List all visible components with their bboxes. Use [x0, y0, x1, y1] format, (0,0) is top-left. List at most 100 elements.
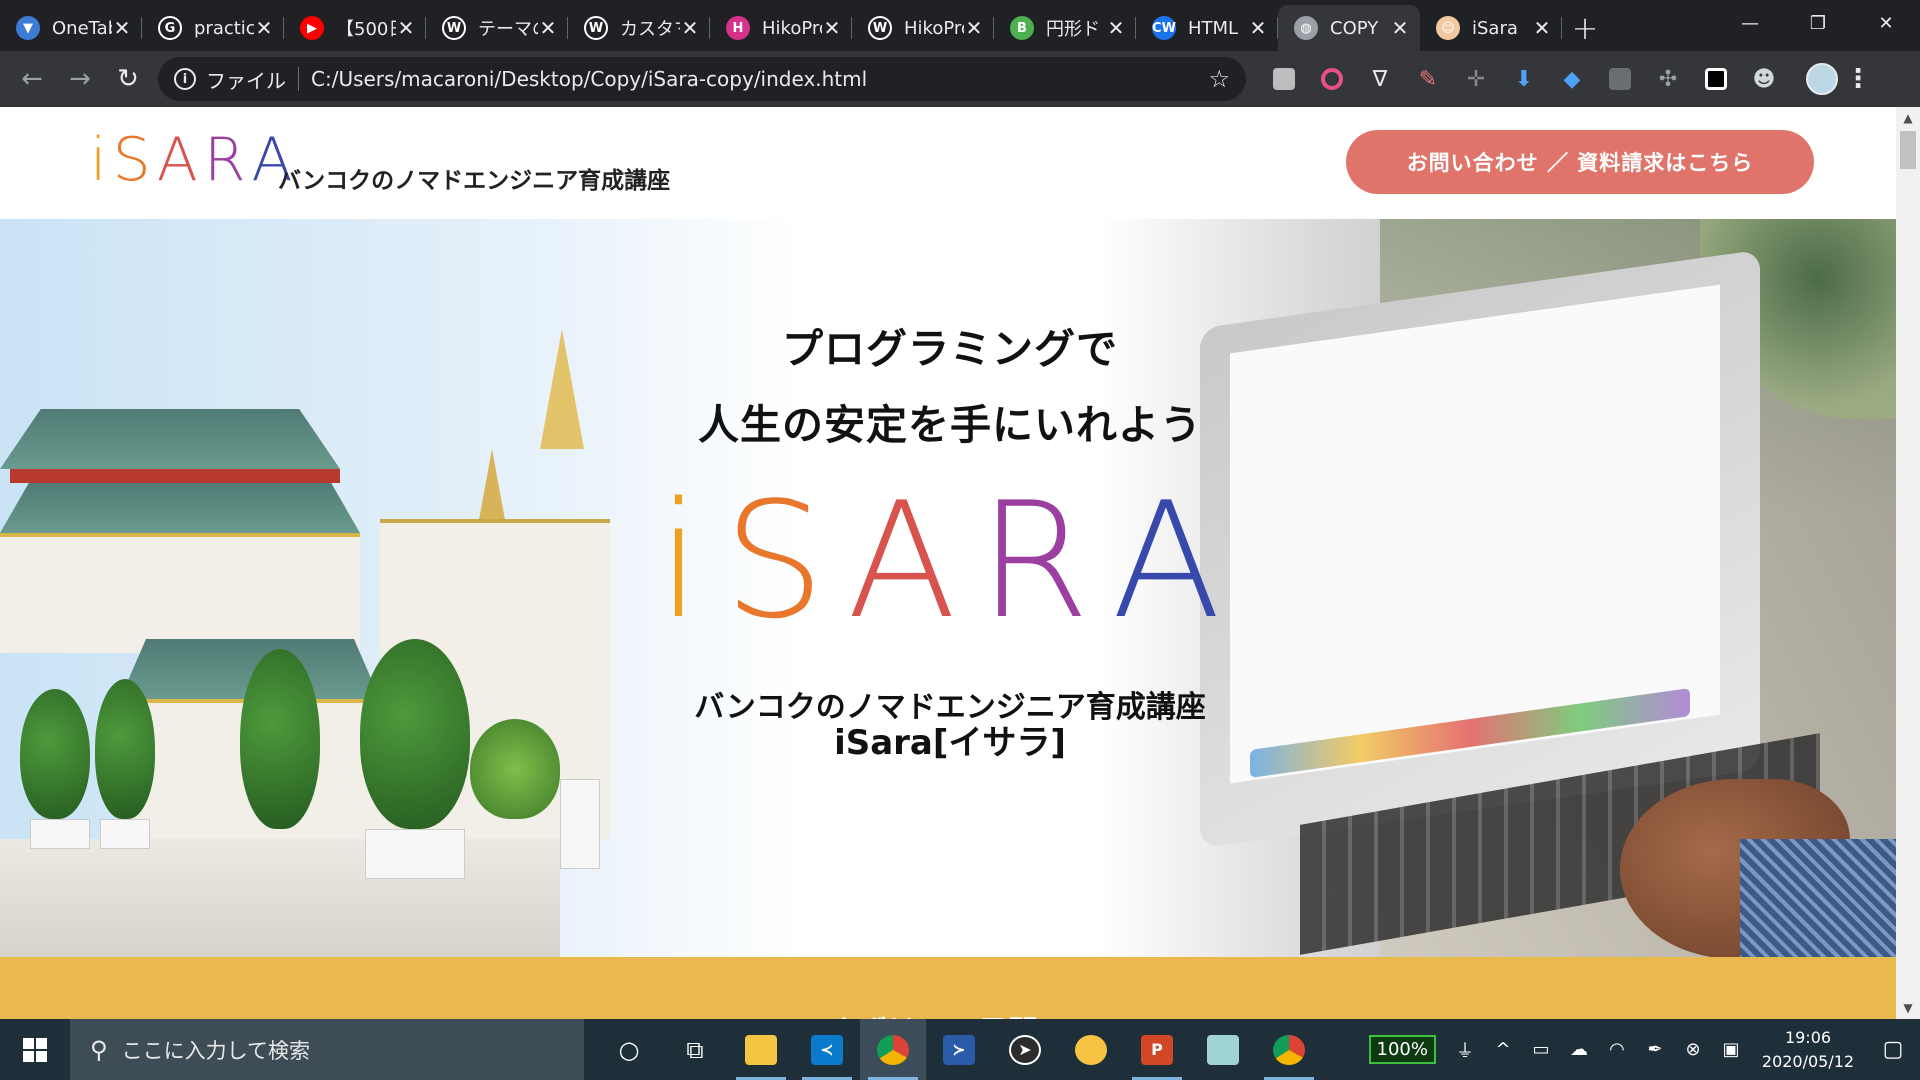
profile-avatar[interactable] — [1806, 63, 1838, 95]
extension-diamond-icon[interactable]: ◆ — [1548, 55, 1596, 103]
bookmark-star-icon[interactable]: ☆ — [1208, 65, 1230, 93]
restore-button[interactable]: ❐ — [1784, 0, 1852, 46]
tab-close-icon[interactable]: ✕ — [964, 16, 984, 40]
hero-brand-name: iSara[イサラ] — [834, 723, 1066, 763]
tab-close-icon[interactable]: ✕ — [254, 16, 274, 40]
tab-title: HikoPro — [762, 17, 822, 39]
start-button[interactable] — [0, 1019, 70, 1080]
browser-tab[interactable]: H HikoPro✕ — [710, 5, 852, 51]
hero-headline-line1: プログラミングで — [782, 325, 1118, 373]
forward-button[interactable]: → — [56, 55, 104, 103]
chrome-icon[interactable] — [860, 1019, 926, 1080]
browser-tab[interactable]: W カスタマ✕ — [568, 5, 710, 51]
contact-cta-button[interactable]: お問い合わせ ／ 資料請求はこちら — [1346, 130, 1814, 194]
extension-character-icon[interactable]: ☻ — [1740, 55, 1788, 103]
hero-logo-letter: S — [723, 467, 847, 654]
tab-title: iSara — [1472, 17, 1518, 39]
telegram-icon[interactable]: ➤ — [992, 1019, 1058, 1080]
tab-close-icon[interactable]: ✕ — [1248, 16, 1268, 40]
taskbar-search[interactable]: ⚲ ここに入力して検索 — [70, 1019, 584, 1080]
show-hidden-icons-icon[interactable]: ^ — [1484, 1039, 1522, 1060]
ime-icon[interactable]: ▣ — [1712, 1039, 1750, 1060]
mute-icon[interactable]: ⊗ — [1674, 1039, 1712, 1060]
scroll-up-arrow-icon[interactable]: ▲ — [1896, 107, 1920, 129]
power-plug-icon[interactable]: ⏚ — [1446, 1037, 1484, 1063]
extension-move-icon[interactable]: ✛ — [1452, 55, 1500, 103]
site-tagline: バンコクのノマドエンジニア育成講座 — [278, 168, 671, 194]
browser-tab[interactable]: W HikoPro✕ — [852, 5, 994, 51]
browser-tab[interactable]: ☺ iSara ✕ — [1420, 5, 1562, 51]
close-window-button[interactable]: ✕ — [1852, 0, 1920, 46]
duck-app-icon[interactable] — [1058, 1019, 1124, 1080]
hero-logo-letter: i — [656, 467, 724, 654]
extension-grid-icon[interactable]: ✣ — [1644, 55, 1692, 103]
scroll-down-arrow-icon[interactable]: ▼ — [1896, 997, 1920, 1019]
extension-square-icon[interactable] — [1596, 55, 1644, 103]
tree-shape — [20, 689, 90, 819]
onetab-icon: ▼ — [16, 16, 40, 40]
tab-close-icon[interactable]: ✕ — [1532, 16, 1552, 40]
tab-close-icon[interactable]: ✕ — [822, 16, 842, 40]
planter-shape — [365, 829, 465, 879]
wifi-icon[interactable]: ◠ — [1598, 1039, 1636, 1060]
browser-tab[interactable]: B 円形ド ✕ — [994, 5, 1136, 51]
crowdworks-icon: CW — [1152, 16, 1176, 40]
vscode-icon[interactable]: ≺ — [794, 1019, 860, 1080]
cortana-icon[interactable]: ○ — [596, 1019, 662, 1080]
browser-tab[interactable]: W テーマの✕ — [426, 5, 568, 51]
url-text[interactable]: C:/Users/macaroni/Desktop/Copy/iSara-cop… — [311, 67, 1208, 91]
tab-close-icon[interactable]: ✕ — [396, 16, 416, 40]
browser-tab[interactable]: Gpractice✕ — [142, 5, 284, 51]
extension-frame-icon[interactable] — [1692, 55, 1740, 103]
chrome-secondary-icon[interactable] — [1256, 1019, 1322, 1080]
extension-pen-icon[interactable]: ✎ — [1404, 55, 1452, 103]
minimize-button[interactable]: — — [1716, 0, 1784, 46]
battery-icon[interactable]: ▭ — [1522, 1039, 1560, 1060]
browser-menu-icon[interactable]: ⋮ — [1838, 64, 1878, 94]
extension-gray-icon[interactable] — [1260, 55, 1308, 103]
browser-tab[interactable]: CW HTML ✕ — [1136, 5, 1278, 51]
tab-close-icon[interactable]: ✕ — [680, 16, 700, 40]
extension-v-icon[interactable]: ∇ — [1356, 55, 1404, 103]
tab-close-icon[interactable]: ✕ — [1106, 16, 1126, 40]
tab-close-icon[interactable]: ✕ — [538, 16, 558, 40]
notification-center-icon[interactable]: ▢ — [1866, 1037, 1920, 1062]
tab-close-icon[interactable]: ✕ — [1390, 16, 1410, 40]
globe-icon: ◍ — [1294, 16, 1318, 40]
hero-logo-letter: A — [846, 467, 979, 654]
powershell-icon[interactable]: ≻ — [926, 1019, 992, 1080]
browser-tab-strip: ▼OneTab✕Gpractice✕▶【500日✕Wテーマの✕Wカスタマ✕HHi… — [0, 0, 1920, 51]
clock-date: 2020/05/12 — [1761, 1051, 1855, 1071]
extension-download-icon[interactable]: ⬇ — [1500, 55, 1548, 103]
reload-button[interactable]: ↻ — [104, 55, 152, 103]
info-icon[interactable]: i — [174, 68, 196, 90]
task-view-icon[interactable]: ⧉ — [662, 1019, 728, 1080]
address-bar[interactable]: i ファイル C:/Users/macaroni/Desktop/Copy/iS… — [158, 57, 1246, 101]
pen-icon[interactable]: ✒ — [1636, 1039, 1674, 1060]
b-icon: B — [1010, 16, 1034, 40]
onedrive-icon[interactable]: ☁ — [1560, 1039, 1598, 1060]
tab-title: HikoPro — [904, 17, 964, 39]
windows-logo-icon — [23, 1037, 47, 1062]
browser-tab[interactable]: ▶ 【500日✕ — [284, 5, 426, 51]
hero-headline-line2: 人生の安定を手にいれよう — [698, 401, 1202, 449]
clock[interactable]: 19:06 2020/05/12 — [1750, 1026, 1866, 1074]
battery-percentage[interactable]: 100% — [1368, 1035, 1436, 1064]
planter-shape — [100, 819, 150, 849]
tree-shape — [360, 639, 470, 829]
site-logo[interactable]: iSARA — [90, 127, 299, 193]
clock-time: 19:06 — [1784, 1027, 1832, 1047]
browser-tab[interactable]: ◍ COPY ✕ — [1278, 5, 1420, 51]
google-icon: G — [158, 16, 182, 40]
file-explorer-icon[interactable] — [728, 1019, 794, 1080]
back-button[interactable]: ← — [8, 55, 56, 103]
tab-close-icon[interactable]: ✕ — [112, 16, 132, 40]
scroll-thumb[interactable] — [1900, 131, 1916, 169]
hero-logo-letter: R — [978, 467, 1112, 654]
notes-app-icon[interactable] — [1190, 1019, 1256, 1080]
page-scrollbar[interactable]: ▲ ▼ — [1896, 107, 1920, 1019]
new-tab-button[interactable]: + — [1562, 5, 1608, 51]
extension-color-ring-icon[interactable] — [1308, 55, 1356, 103]
powerpoint-icon[interactable]: P — [1124, 1019, 1190, 1080]
browser-tab[interactable]: ▼ OneTab✕ — [0, 5, 142, 51]
